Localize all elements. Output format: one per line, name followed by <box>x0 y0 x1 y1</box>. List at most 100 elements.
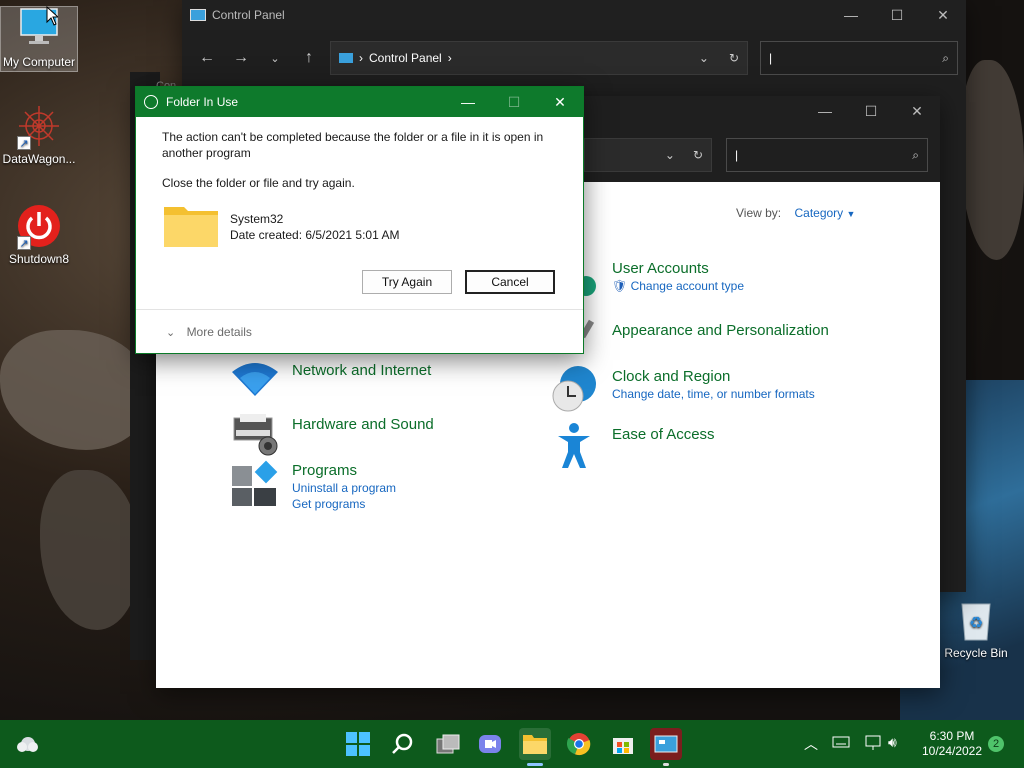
programs-icon <box>230 458 280 508</box>
get-programs-link[interactable]: Get programs <box>292 497 396 511</box>
search-input[interactable]: | ⌕ <box>726 138 928 172</box>
search-input[interactable]: | ⌕ <box>760 41 958 75</box>
close-button[interactable]: ✕ <box>537 87 583 117</box>
category-title[interactable]: Appearance and Personalization <box>612 322 829 339</box>
wallpaper-rock <box>40 470 140 630</box>
refresh-icon[interactable]: ↻ <box>693 148 703 162</box>
uac-shield-icon: 🛡 <box>612 279 628 293</box>
category-title[interactable]: Hardware and Sound <box>292 416 434 433</box>
category-programs[interactable]: Programs Uninstall a program Get program… <box>230 458 396 511</box>
category-appearance[interactable]: Appearance and Personalization <box>550 318 829 368</box>
category-title[interactable]: Ease of Access <box>612 426 715 443</box>
breadcrumb-separator-icon: › <box>447 51 452 65</box>
wifi-icon <box>230 358 280 408</box>
printer-icon <box>230 412 280 462</box>
recent-locations-chevron-icon[interactable]: ⌄ <box>258 41 292 75</box>
taskbar: ︿ 🔊︎ 6:30 PM 10/24/2022 2 <box>0 720 1024 768</box>
desktop-icon-my-computer[interactable]: My Computer <box>0 6 78 72</box>
close-button[interactable]: ✕ <box>920 0 966 30</box>
globe-clock-icon <box>550 364 600 414</box>
folder-name: System32 <box>230 212 284 226</box>
view-by-control[interactable]: View by: Category ▼ <box>736 206 855 220</box>
dropdown-arrow-icon: ▼ <box>846 209 856 219</box>
desktop-icon-recycle-bin[interactable]: ♻ Recycle Bin <box>938 598 1014 660</box>
clock-date: 10/24/2022 <box>921 744 983 758</box>
breadcrumb-separator-icon: › <box>359 51 363 65</box>
back-arrow-icon[interactable]: ← <box>190 41 224 75</box>
keyboard-icon[interactable] <box>832 735 850 752</box>
minimize-button[interactable]: — <box>828 0 874 30</box>
change-account-type-link[interactable]: 🛡 Change account type <box>612 279 744 293</box>
recycle-bin-icon: ♻ <box>954 598 998 642</box>
svg-text:♻: ♻ <box>969 615 983 632</box>
network-icon[interactable] <box>864 735 882 754</box>
accessibility-icon <box>550 422 600 472</box>
address-bar[interactable]: ⌄ ↻ <box>584 138 712 172</box>
address-dropdown-icon[interactable]: ⌄ <box>665 148 675 162</box>
category-ease-of-access[interactable]: Ease of Access <box>550 422 715 472</box>
more-details-label: More details <box>186 325 252 339</box>
clock-icon <box>144 95 158 109</box>
maximize-button[interactable]: ☐ <box>874 0 920 30</box>
text-cursor: | <box>735 148 739 162</box>
dialog-instruction: Close the folder or file and try again. <box>162 176 355 190</box>
folder-date: Date created: 6/5/2021 5:01 AM <box>230 228 400 242</box>
close-button[interactable]: ✕ <box>894 96 940 126</box>
category-title[interactable]: Programs <box>292 462 396 479</box>
maximize-button: ☐ <box>507 93 521 110</box>
desktop-icon-label: Recycle Bin <box>944 646 1008 660</box>
try-again-button[interactable]: Try Again <box>362 270 452 294</box>
folder-in-use-dialog[interactable]: Folder In Use — ☐ ✕ The action can't be … <box>135 86 584 354</box>
up-arrow-icon[interactable]: ↑ <box>292 41 326 75</box>
search-icon[interactable] <box>387 728 419 760</box>
forward-arrow-icon[interactable]: → <box>224 41 258 75</box>
refresh-icon[interactable]: ↻ <box>729 51 739 65</box>
start-windows-icon[interactable] <box>342 728 374 760</box>
minimize-button[interactable]: — <box>802 96 848 126</box>
category-hardware-sound[interactable]: Hardware and Sound <box>230 412 434 462</box>
control-panel-icon <box>339 53 353 63</box>
address-bar[interactable]: › Control Panel › ⌄ ↻ <box>330 41 748 75</box>
desktop-icon-datawagon[interactable]: ↗ DataWagon... <box>0 104 78 166</box>
folder-icon <box>162 201 220 253</box>
desktop-icon-label: DataWagon... <box>2 152 76 166</box>
dialog-message: The action can't be completed because th… <box>162 130 544 160</box>
view-by-dropdown[interactable]: Category <box>794 206 843 220</box>
clock[interactable]: 6:30 PM 10/24/2022 <box>920 729 984 759</box>
show-hidden-icons-chevron[interactable]: ︿ <box>804 734 818 754</box>
view-by-label: View by: <box>736 206 782 220</box>
change-date-formats-link[interactable]: Change date, time, or number formats <box>612 387 815 401</box>
category-clock-region[interactable]: Clock and Region Change date, time, or n… <box>550 364 815 414</box>
link-label: Change account type <box>630 279 744 293</box>
uninstall-program-link[interactable]: Uninstall a program <box>292 481 396 495</box>
minimize-button[interactable]: — <box>445 87 491 117</box>
weather-widget-icon[interactable] <box>12 728 44 760</box>
volume-icon[interactable]: 🔊︎ <box>888 734 897 751</box>
category-title[interactable]: Network and Internet <box>292 362 431 379</box>
more-details-toggle[interactable]: ⌄ More details <box>166 325 252 339</box>
clock-time: 6:30 PM <box>929 729 975 743</box>
control-panel-icon <box>190 9 206 21</box>
search-icon: ⌕ <box>942 50 949 65</box>
cancel-button[interactable]: Cancel <box>465 270 555 294</box>
teams-chat-icon[interactable] <box>474 728 506 760</box>
spider-web-icon: ↗ <box>17 104 61 150</box>
task-view-icon[interactable] <box>432 728 464 760</box>
breadcrumb[interactable]: Control Panel <box>369 51 442 65</box>
notification-badge[interactable]: 2 <box>988 736 1004 752</box>
file-explorer-icon[interactable] <box>519 728 551 766</box>
category-title[interactable]: Clock and Region <box>612 368 815 385</box>
chrome-icon[interactable] <box>563 728 595 760</box>
maximize-button[interactable]: ☐ <box>848 96 894 126</box>
shortcut-arrow-icon: ↗ <box>17 136 31 150</box>
category-network-internet[interactable]: Network and Internet <box>230 358 431 408</box>
search-icon: ⌕ <box>912 147 919 162</box>
desktop-icon-shutdown8[interactable]: ↗ Shutdown8 <box>0 204 78 266</box>
microsoft-store-icon[interactable] <box>607 728 639 760</box>
category-title[interactable]: User Accounts <box>612 260 744 277</box>
address-dropdown-icon[interactable]: ⌄ <box>699 51 709 65</box>
power-icon: ↗ <box>17 204 61 250</box>
control-panel-taskbar-icon[interactable] <box>650 728 682 766</box>
desktop-icon-label: Shutdown8 <box>8 252 70 266</box>
text-cursor: | <box>769 51 773 65</box>
